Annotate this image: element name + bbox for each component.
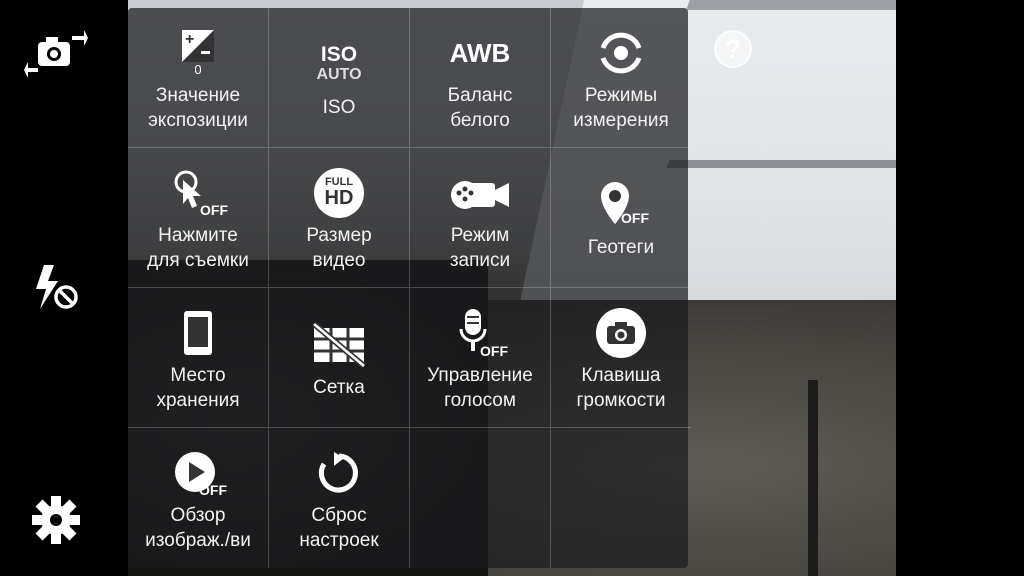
menu-item-reset[interactable]: Сброс настроек (269, 428, 410, 568)
viewfinder-edge (686, 0, 896, 10)
metering-icon (600, 32, 642, 73)
menu-item-label: Режим записи (449, 224, 511, 271)
menu-item-label: Управление голосом (427, 364, 533, 411)
menu-item-geotag[interactable]: OFF Геотеги (551, 148, 691, 288)
flash-button[interactable] (24, 255, 88, 319)
tap-shot-icon: OFF (168, 168, 228, 218)
menu-item-label: Геотеги (587, 237, 655, 258)
menu-item-label: Размер видео (306, 224, 372, 271)
menu-item-recording-mode[interactable]: Режим записи (410, 148, 551, 288)
menu-item-label: ISO (322, 97, 356, 118)
menu-item-exposure[interactable]: + 0 Значение экспозиции (128, 8, 269, 148)
exposure-icon: + 0 (181, 29, 215, 77)
menu-item-review[interactable]: OFF Обзор изображ./ви (128, 428, 269, 568)
review-icon: OFF (169, 448, 227, 498)
storage-icon (184, 310, 212, 355)
menu-item-label: Обзор изображ./ви (145, 505, 251, 551)
svg-text:+: + (185, 31, 194, 48)
menu-item-label: Значение экспозиции (148, 84, 248, 131)
menu-item-label: Клавиша громкости (576, 364, 666, 411)
exposure-value: 0 (194, 61, 202, 77)
grid-icon (312, 322, 366, 368)
full-hd-icon: FULL HD (314, 167, 364, 218)
menu-item-label: Нажмите для съемки (147, 224, 249, 271)
menu-item-label: Баланс белого (447, 84, 513, 131)
menu-item-label: Режимы измерения (573, 84, 669, 131)
viewfinder-edge (666, 160, 896, 168)
menu-item-voice-control[interactable]: OFF Управление голосом (410, 288, 551, 428)
iso-icon: ISO AUTO (316, 43, 362, 83)
menu-item-label: Сброс настроек (299, 505, 379, 551)
geotag-icon: OFF (593, 180, 649, 230)
gear-icon (32, 496, 80, 544)
menu-item-label: Место хранения (156, 364, 240, 411)
menu-item-empty (410, 428, 551, 568)
menu-item-grid[interactable]: Сетка (269, 288, 410, 428)
camera-switch-icon (24, 30, 88, 78)
recording-mode-icon (451, 180, 509, 209)
menu-item-label: Сетка (313, 377, 365, 398)
flash-off-icon (36, 265, 78, 309)
menu-item-video-size[interactable]: FULL HD Размер видео (269, 148, 410, 288)
voice-control-icon: OFF (452, 307, 508, 359)
help-label: ? (725, 33, 741, 64)
awb-icon: AWB (449, 37, 511, 68)
left-control-bar (0, 0, 128, 576)
menu-item-volume-key[interactable]: Клавиша громкости (551, 288, 691, 428)
help-button[interactable]: ? (714, 30, 752, 68)
right-control-bar (896, 0, 1024, 576)
viewfinder-desk-leg (808, 380, 818, 576)
camera-settings-menu: + 0 Значение экспозиции ISO AUTO ISO AWB… (128, 8, 691, 568)
menu-item-tap-to-shoot[interactable]: OFF Нажмите для съемки (128, 148, 269, 288)
menu-item-empty (551, 428, 691, 568)
menu-item-storage[interactable]: Место хранения (128, 288, 269, 428)
volume-key-camera-icon (596, 307, 646, 358)
menu-item-white-balance[interactable]: AWB Баланс белого (410, 8, 551, 148)
menu-item-metering[interactable]: Режимы измерения (551, 8, 691, 148)
settings-button[interactable] (24, 488, 88, 552)
reset-icon (318, 452, 358, 493)
switch-camera-button[interactable] (24, 22, 88, 86)
menu-item-iso[interactable]: ISO AUTO ISO (269, 8, 410, 148)
